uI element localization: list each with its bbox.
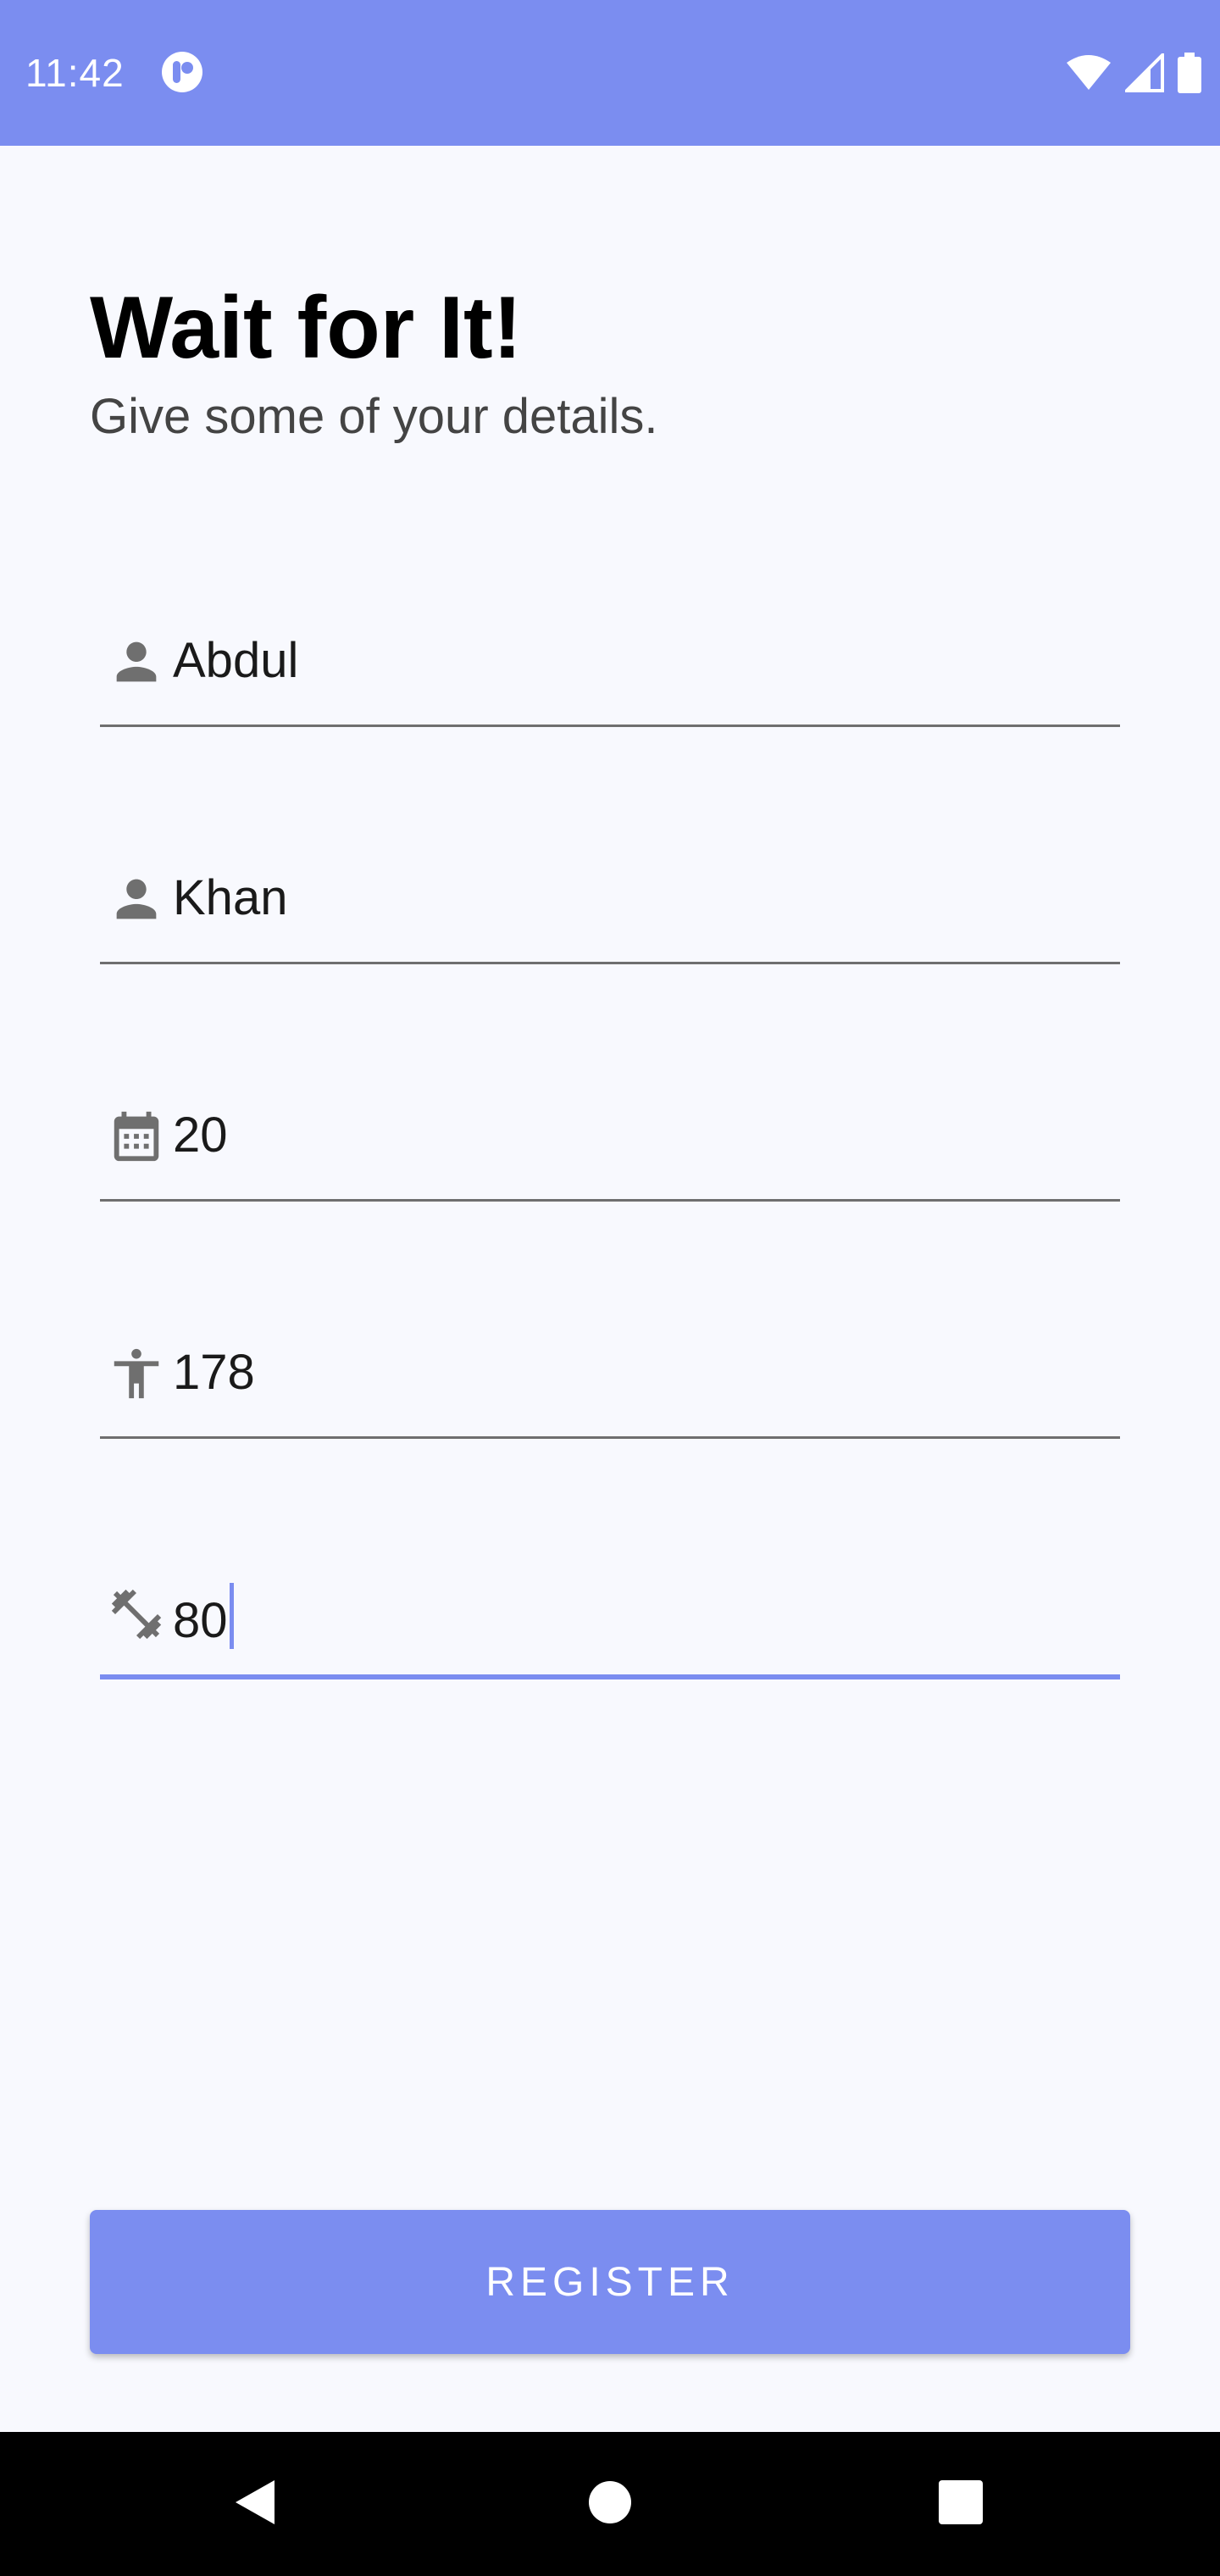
last-name-underline (100, 962, 1120, 964)
last-name-value: Khan (173, 870, 288, 925)
accessibility-icon (107, 1344, 166, 1403)
person-icon (107, 869, 166, 929)
age-field[interactable]: 20 (100, 1074, 1120, 1202)
cell-signal-icon (1125, 53, 1164, 92)
weight-underline (100, 1674, 1120, 1679)
age-value: 20 (173, 1108, 228, 1163)
back-button[interactable] (169, 2432, 339, 2576)
weight-field[interactable]: 80 (100, 1552, 1120, 1679)
first-name-underline (100, 724, 1120, 727)
weight-value: 80 (173, 1583, 234, 1652)
wifi-icon (1066, 54, 1112, 92)
battery-icon (1178, 53, 1201, 93)
app-notification-icon (161, 51, 203, 93)
first-name-value: Abdul (173, 633, 299, 688)
dumbbell-icon (107, 1585, 166, 1644)
back-icon (230, 2477, 278, 2532)
status-time: 11:42 (25, 51, 125, 95)
recents-button[interactable] (876, 2432, 1045, 2576)
height-field[interactable]: 178 (100, 1312, 1120, 1439)
home-button[interactable] (525, 2432, 695, 2576)
person-icon (107, 632, 166, 691)
status-icons (1066, 51, 1201, 95)
first-name-field[interactable]: Abdul (100, 600, 1120, 727)
age-underline (100, 1199, 1120, 1202)
text-cursor (229, 1583, 234, 1649)
calendar-icon (107, 1107, 166, 1166)
last-name-field[interactable]: Khan (100, 837, 1120, 964)
status-bar: 11:42 (0, 0, 1220, 146)
register-button[interactable]: REGISTER (90, 2210, 1130, 2354)
height-underline (100, 1436, 1120, 1439)
page-subtitle: Give some of your details. (90, 389, 658, 444)
height-value: 178 (173, 1345, 255, 1400)
page-title: Wait for It! (90, 279, 523, 377)
home-icon (588, 2480, 632, 2529)
navigation-bar (0, 2432, 1220, 2576)
recents-icon (938, 2479, 984, 2529)
